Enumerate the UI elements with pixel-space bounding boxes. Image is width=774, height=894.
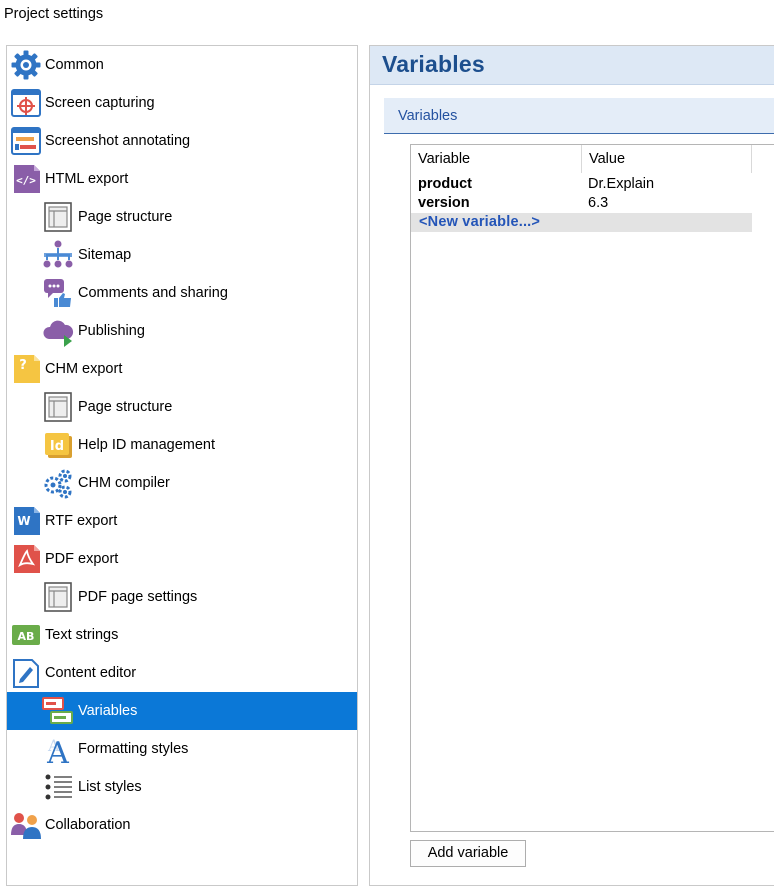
tree-item-publishing[interactable]: Publishing (7, 312, 357, 350)
tree-item-label: Common (45, 57, 104, 73)
tree-item-label: Page structure (78, 209, 173, 225)
tree-item-label: Collaboration (45, 817, 131, 833)
tree-item-label: Page structure (78, 399, 173, 415)
svg-text:?: ? (19, 358, 27, 373)
tree-item-chm-export[interactable]: ? CHM export (7, 350, 357, 388)
tree-item-chm-compiler[interactable]: CHM compiler (7, 464, 357, 502)
tree-item-label: Screen capturing (45, 95, 155, 111)
tree-item-page-structure[interactable]: Page structure (7, 388, 357, 426)
section-title: Variables (398, 108, 458, 124)
tree-item-screen-capturing[interactable]: Screen capturing (7, 84, 357, 122)
tree-item-label: Sitemap (78, 247, 132, 263)
tree-item-content-editor[interactable]: Content editor (7, 654, 357, 692)
column-header-variable[interactable]: Variable (411, 145, 582, 173)
tree-item-label: Content editor (45, 665, 137, 681)
annotate-icon (10, 125, 42, 157)
table-row[interactable]: version 6.3 (411, 194, 752, 213)
variables-icon (42, 695, 74, 727)
tree-item-label: Variables (78, 703, 138, 719)
page-structure-icon (42, 201, 74, 233)
tree-item-label: Screenshot annotating (45, 133, 191, 149)
chm-export-icon: ? (10, 353, 42, 385)
settings-content: Variables Variables Variable Value produ… (369, 45, 774, 886)
tree-item-label: HTML export (45, 171, 129, 187)
tree-item-collaboration[interactable]: Collaboration (7, 806, 357, 844)
variable-value: 6.3 (588, 195, 609, 211)
tree-item-label: Comments and sharing (78, 285, 228, 301)
tree-item-pdf-page-settings[interactable]: PDF page settings (7, 578, 357, 616)
formatting-styles-icon: AA (42, 733, 74, 771)
tree-item-label: PDF export (45, 551, 119, 567)
tree-item-comments-and-sharing[interactable]: Comments and sharing (7, 274, 357, 312)
tree-item-html-export[interactable]: </> HTML export (7, 160, 357, 198)
svg-text:W: W (17, 514, 30, 528)
page-header: Variables (370, 46, 774, 85)
tree-item-text-strings[interactable]: AB Text strings (7, 616, 357, 654)
tree-item-sitemap[interactable]: Sitemap (7, 236, 357, 274)
variable-name: product (418, 176, 472, 192)
add-variable-button[interactable]: Add variable (410, 840, 526, 867)
tree-item-help-id-management[interactable]: Id Help ID management (7, 426, 357, 464)
tree-item-common[interactable]: Common (7, 46, 357, 84)
tree-item-label: Formatting styles (78, 741, 189, 757)
tree-item-rtf-export[interactable]: W RTF export (7, 502, 357, 540)
svg-text:</>: </> (16, 174, 36, 187)
tree-item-screenshot-annotating[interactable]: Screenshot annotating (7, 122, 357, 160)
svg-text:AB: AB (18, 630, 35, 643)
collaboration-icon (10, 809, 42, 841)
help-id-icon: Id (42, 429, 74, 461)
svg-text:Id: Id (50, 439, 64, 454)
tree-item-page-structure[interactable]: Page structure (7, 198, 357, 236)
tree-item-label: CHM export (45, 361, 123, 377)
new-variable-row[interactable]: <New variable...> (411, 213, 752, 232)
html-export-icon: </> (10, 163, 42, 195)
sitemap-icon (42, 239, 74, 271)
tree-item-label: List styles (78, 779, 142, 795)
tree-item-label: Publishing (78, 323, 145, 339)
variables-table[interactable]: Variable Value product Dr.Explain versio… (410, 144, 774, 832)
comments-icon (42, 277, 74, 309)
gear-icon (10, 49, 42, 81)
text-strings-icon: AB (10, 619, 42, 651)
page-structure-icon (42, 581, 74, 613)
new-variable-label: <New variable...> (419, 214, 541, 230)
table-row[interactable]: product Dr.Explain (411, 175, 752, 194)
page-structure-icon (42, 391, 74, 423)
tree-item-label: RTF export (45, 513, 118, 529)
cloud-publish-icon (42, 315, 74, 347)
page-title: Variables (382, 51, 485, 77)
list-styles-icon (42, 771, 74, 803)
svg-text:A: A (46, 736, 69, 765)
tree-item-label: PDF page settings (78, 589, 198, 605)
section-header: Variables (384, 98, 774, 134)
tree-item-formatting-styles[interactable]: A A Formatting styles (7, 730, 357, 771)
rtf-export-icon: W (10, 505, 42, 537)
tree-item-variables[interactable]: Variables (7, 692, 357, 730)
window-title: Project settings (4, 6, 104, 22)
content-editor-icon (10, 657, 42, 689)
tree-item-label: Text strings (45, 627, 119, 643)
variable-name: version (418, 195, 470, 211)
gears-icon (42, 467, 74, 499)
variable-value: Dr.Explain (588, 176, 655, 192)
tree-item-label: Help ID management (78, 437, 216, 453)
pdf-export-icon (10, 543, 42, 575)
column-header-value[interactable]: Value (582, 145, 752, 173)
screen-capture-icon (10, 87, 42, 119)
tree-item-label: CHM compiler (78, 475, 170, 491)
settings-tree[interactable]: Common Screen capturing Screenshot annotat… (6, 45, 358, 886)
tree-item-pdf-export[interactable]: PDF export (7, 540, 357, 578)
tree-item-list-styles[interactable]: List styles (7, 768, 357, 806)
